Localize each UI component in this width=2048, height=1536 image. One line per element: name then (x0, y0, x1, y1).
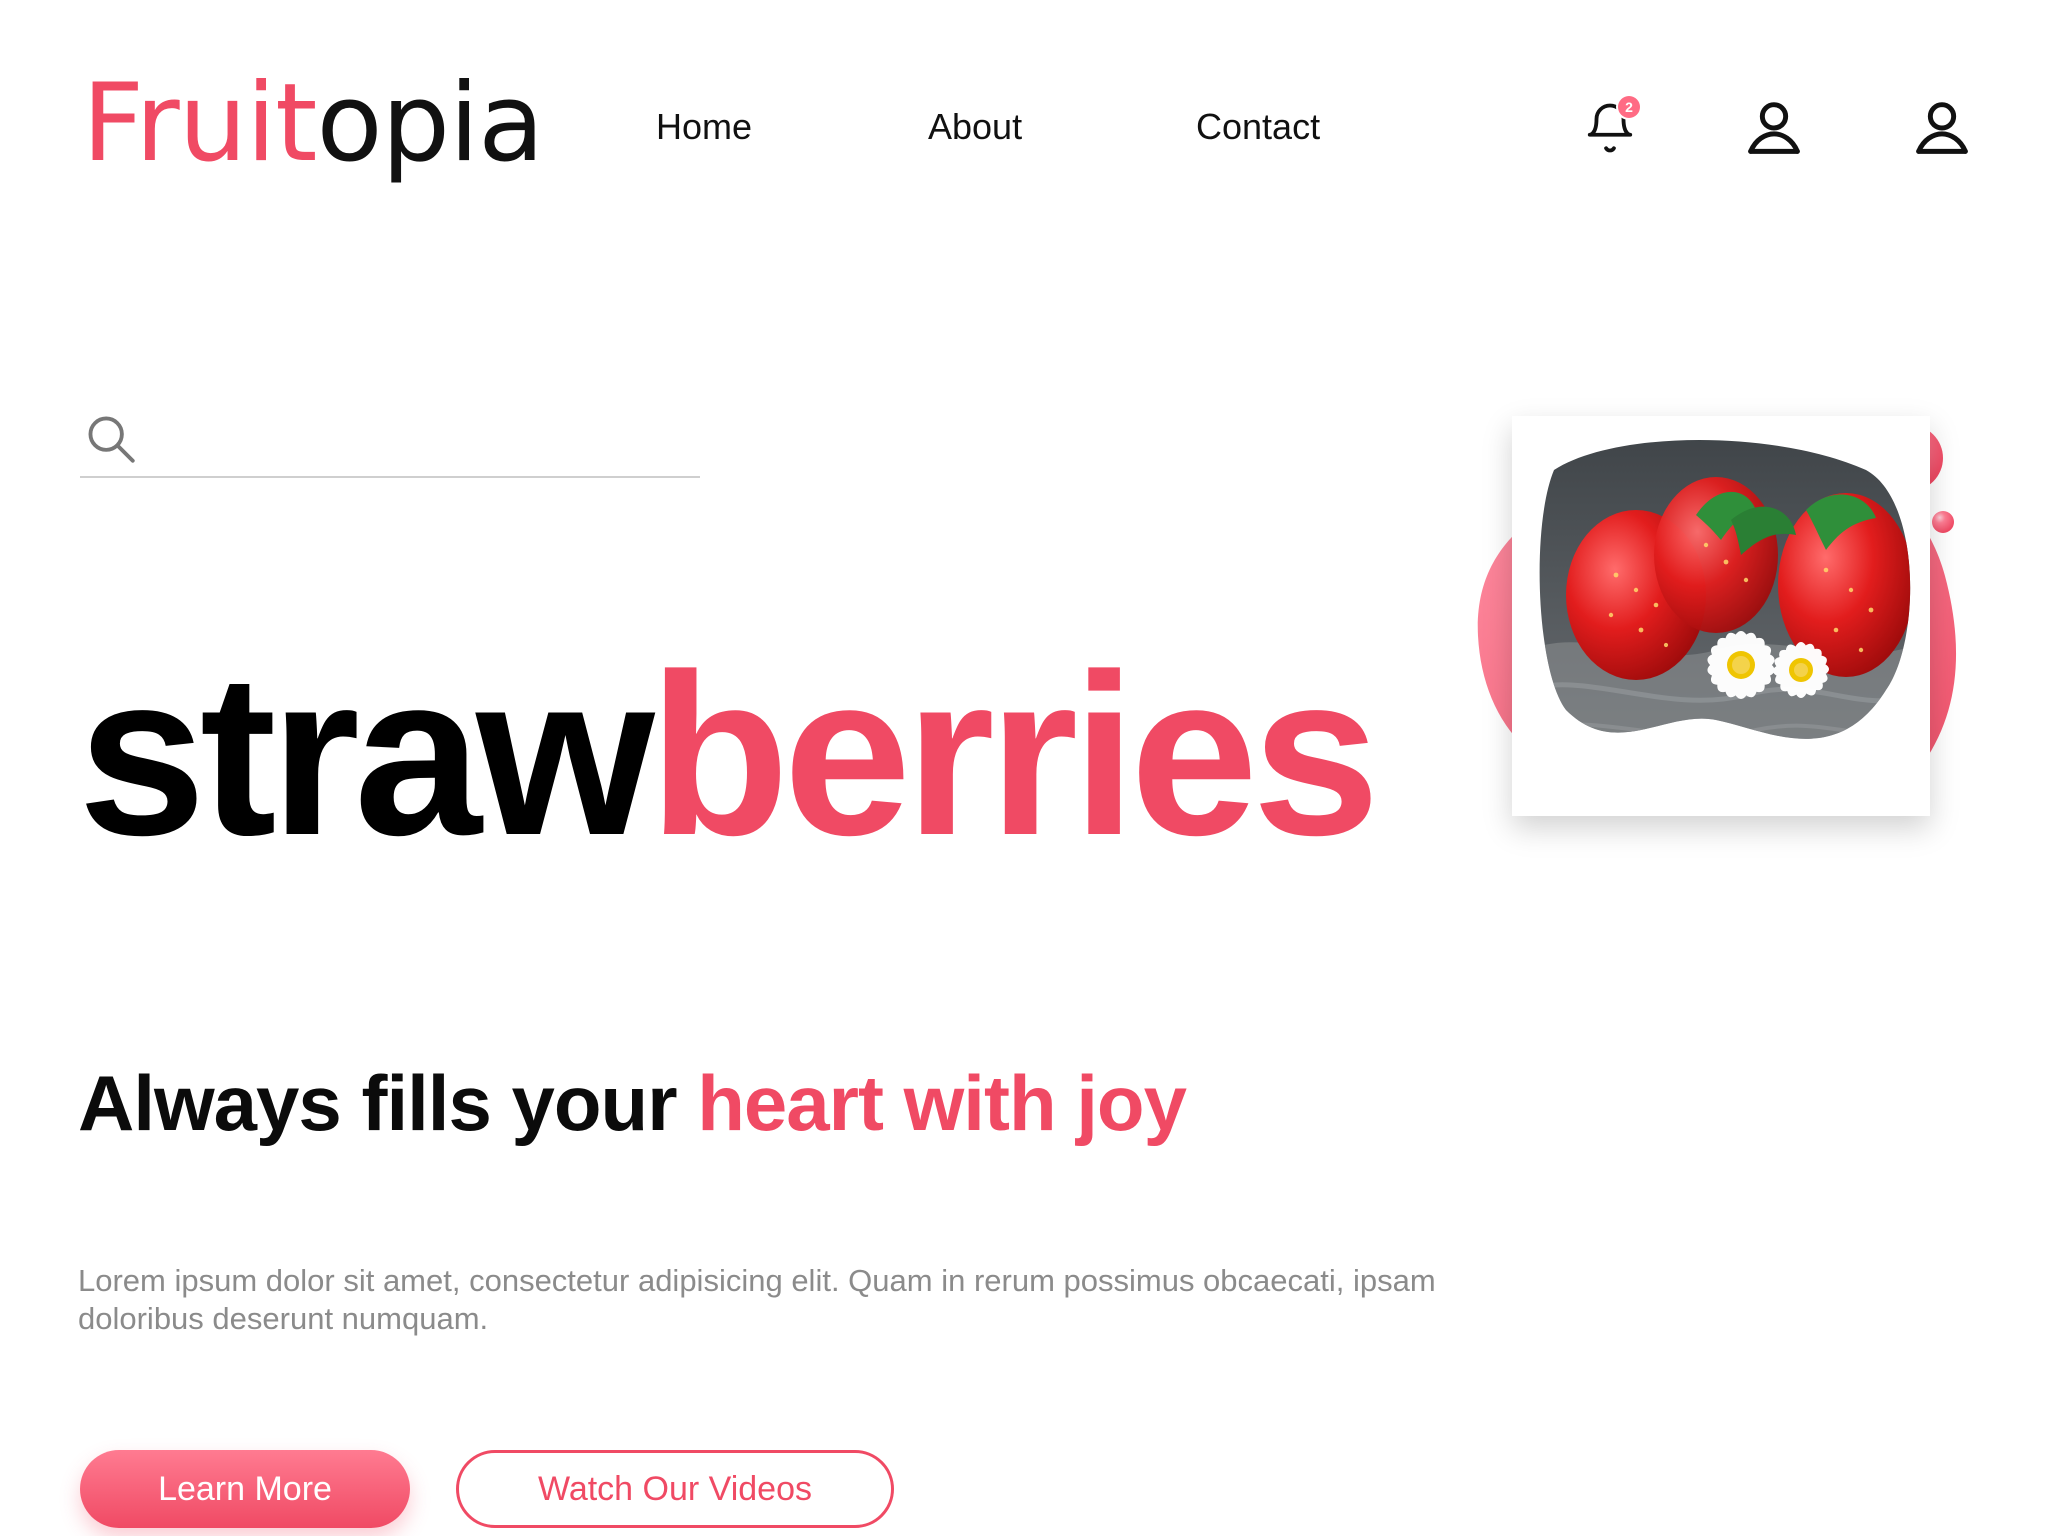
search-icon (80, 408, 142, 470)
user-icon (1739, 93, 1809, 168)
hero-title: strawberries (78, 640, 1380, 870)
nav-home[interactable]: Home (656, 106, 752, 148)
learn-more-button[interactable]: Learn More (80, 1450, 410, 1528)
image-frame (1512, 416, 1930, 816)
search-input[interactable] (158, 414, 682, 464)
hero-tagline: Always fills your heart with joy (78, 1058, 1187, 1149)
watch-videos-button[interactable]: Watch Our Videos (456, 1450, 894, 1528)
hero-tagline-accent: heart with joy (697, 1059, 1187, 1147)
brand-logo-part-1: Fruit (82, 61, 317, 186)
notifications-button[interactable]: 2 (1566, 86, 1654, 174)
user-icon (1907, 93, 1977, 168)
search-bar (80, 406, 700, 478)
strawberries-image (1526, 430, 1916, 802)
account-button[interactable] (1898, 86, 1986, 174)
nav-about[interactable]: About (928, 106, 1022, 148)
brand-logo[interactable]: Fruitopia (82, 70, 544, 178)
strawberries-photo-illustration (1526, 430, 1916, 802)
hero-description: Lorem ipsum dolor sit amet, consectetur … (78, 1263, 1436, 1336)
nav-contact[interactable]: Contact (1196, 106, 1320, 148)
brand-logo-part-2: opia (316, 61, 544, 186)
hero-title-accent: berries (648, 626, 1380, 883)
profile-button[interactable] (1730, 86, 1818, 174)
hero-tagline-dark: Always fills your (78, 1059, 698, 1147)
hero-illustration (1440, 396, 2000, 836)
hero-title-dark: straw (78, 626, 655, 883)
notification-badge: 2 (1618, 96, 1640, 118)
